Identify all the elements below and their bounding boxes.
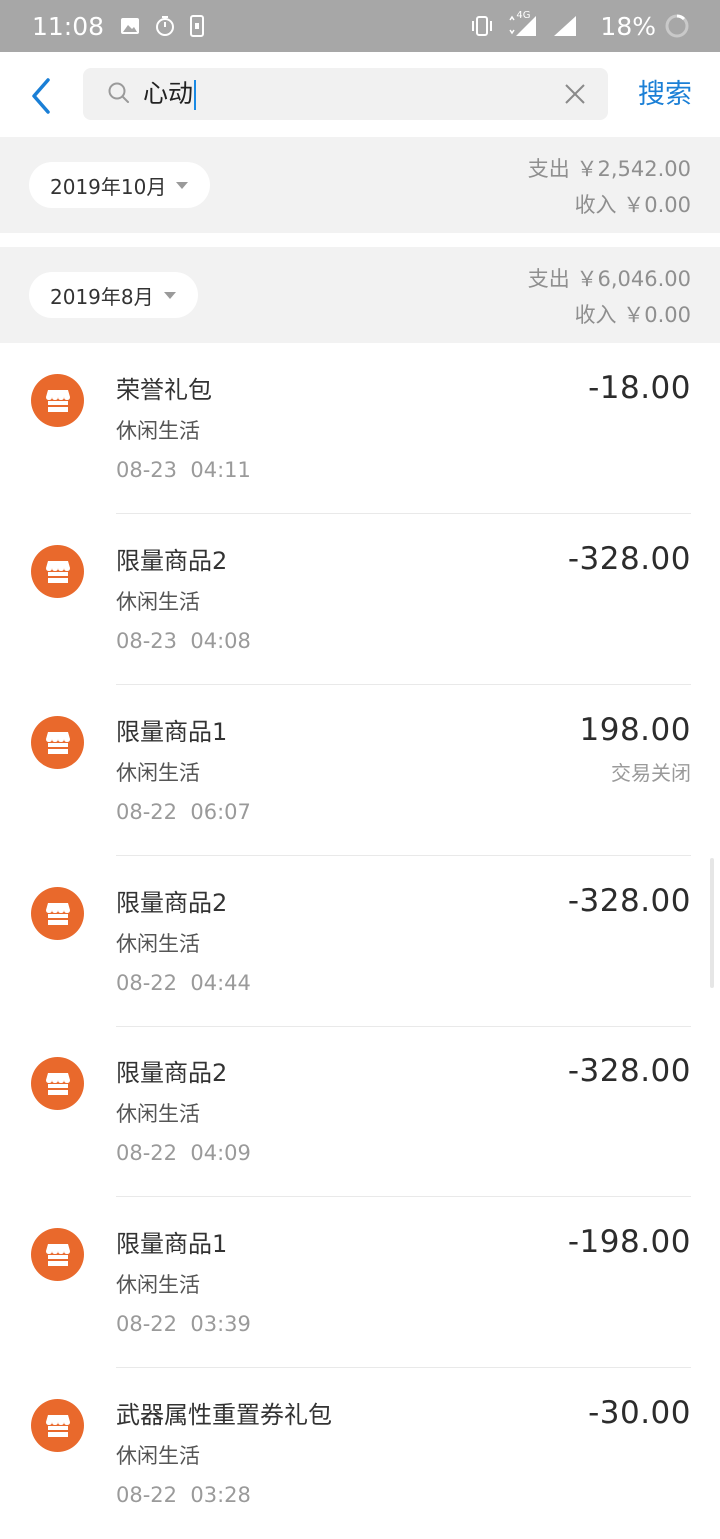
month-summary: 支出 ￥2,542.00 收入 ￥0.00 [528,151,691,223]
month-header-october: 2019年10月 支出 ￥2,542.00 收入 ￥0.00 [0,137,720,233]
transaction-category: 休闲生活 [116,1102,200,1126]
transaction-row[interactable]: 限量商品1 休闲生活 08-22 06:07 198.00 交易关闭 [0,685,720,856]
shop-icon [31,1228,84,1281]
shop-icon [31,374,84,427]
transaction-category: 休闲生活 [116,1444,200,1468]
transaction-row[interactable]: 限量商品1 休闲生活 08-22 03:39 -198.00 [0,1197,720,1368]
transaction-row[interactable]: 武器属性重置券礼包 休闲生活 08-22 03:28 -30.00 [0,1368,720,1539]
transaction-time: 08-22 03:39 [116,1312,251,1336]
shop-icon [31,716,84,769]
transaction-title: 荣誉礼包 [116,376,212,404]
status-right: 4G 18% [470,10,690,41]
transaction-category: 休闲生活 [116,761,200,785]
transaction-title: 限量商品2 [116,889,228,917]
month-income: 收入 ￥0.00 [574,193,691,217]
transaction-time: 08-22 04:09 [116,1141,251,1165]
shop-icon [31,1057,84,1110]
transaction-row[interactable]: 限量商品2 休闲生活 08-22 04:44 -328.00 [0,856,720,1027]
battery-percent: 18% [600,11,656,41]
transaction-title: 限量商品2 [116,1059,228,1087]
close-icon[interactable] [564,83,586,109]
transaction-category: 休闲生活 [116,1273,200,1297]
transaction-time: 08-23 04:08 [116,629,251,653]
transaction-amount: -198.00 [567,1224,691,1260]
transaction-title: 武器属性重置券礼包 [116,1401,332,1429]
sim-icon [190,15,205,37]
status-bar: 11:08 4G 18% [0,0,720,52]
transaction-time: 08-22 04:44 [116,971,251,995]
shop-icon [31,1399,84,1452]
search-input[interactable]: 心动 [83,68,608,120]
month-label: 2019年10月 [50,174,167,199]
caret-down-icon [163,291,176,299]
month-picker[interactable]: 2019年8月 [29,272,198,318]
search-button[interactable]: 搜索 [638,76,692,114]
transaction-title: 限量商品1 [116,1230,228,1258]
transaction-amount: -30.00 [588,1395,691,1431]
back-button[interactable] [26,76,56,116]
transaction-time: 08-23 04:11 [116,458,251,482]
search-icon [107,81,131,109]
transaction-row[interactable]: 限量商品2 休闲生活 08-23 04:08 -328.00 [0,514,720,685]
network-label: 4G [516,10,531,21]
transaction-category: 休闲生活 [116,419,200,443]
caret-down-icon [176,181,189,189]
shop-icon [31,545,84,598]
transaction-row[interactable]: 限量商品2 休闲生活 08-22 04:09 -328.00 [0,1026,720,1197]
month-label: 2019年8月 [50,284,154,309]
transaction-amount: 198.00 [579,712,691,748]
shop-icon [31,887,84,940]
transaction-time: 08-22 03:28 [116,1483,251,1507]
battery-ring-icon [664,13,690,39]
transaction-title: 限量商品1 [116,718,228,746]
month-picker[interactable]: 2019年10月 [29,162,211,208]
timer-icon [154,15,176,37]
search-bar: 心动 搜索 [0,52,720,138]
scrollbar[interactable] [710,858,714,988]
month-header-august: 2019年8月 支出 ￥6,046.00 收入 ￥0.00 [0,247,720,343]
text-caret [194,80,197,110]
transaction-category: 休闲生活 [116,590,200,614]
chevron-left-icon [32,78,50,114]
transaction-time: 08-22 06:07 [116,800,251,824]
transaction-amount: -328.00 [567,541,691,577]
signal-icon [552,14,578,38]
search-value: 心动 [143,78,197,110]
image-icon [120,16,140,36]
vibrate-icon [470,15,494,37]
transaction-amount: -328.00 [567,1053,691,1089]
month-expense: 支出 ￥2,542.00 [527,157,691,181]
transaction-amount: -18.00 [588,370,691,406]
month-income: 收入 ￥0.00 [574,303,691,327]
month-summary: 支出 ￥6,046.00 收入 ￥0.00 [528,261,691,333]
transaction-status: 交易关闭 [611,761,691,785]
transaction-category: 休闲生活 [116,932,200,956]
transaction-row[interactable]: 荣誉礼包 休闲生活 08-23 04:11 -18.00 [0,343,720,514]
signal-4g-icon: 4G [508,10,538,38]
transaction-title: 限量商品2 [116,547,228,575]
month-expense: 支出 ￥6,046.00 [527,267,691,291]
transaction-amount: -328.00 [567,883,691,919]
section-gap [0,233,720,247]
status-time: 11:08 [32,11,105,41]
